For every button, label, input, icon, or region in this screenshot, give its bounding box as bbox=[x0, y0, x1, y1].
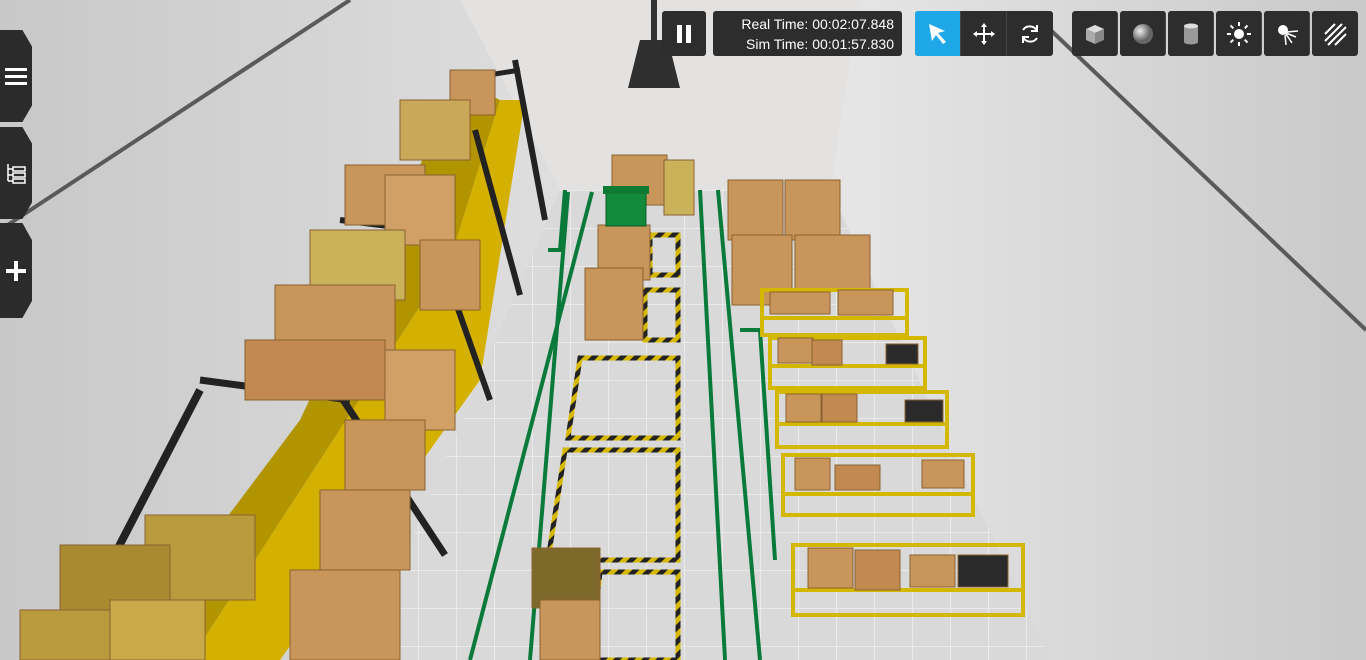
directional-light-icon bbox=[1324, 22, 1347, 46]
real-time-value: 00:02:07.848 bbox=[812, 16, 894, 32]
plus-icon bbox=[6, 260, 26, 281]
insert-point-light-button[interactable] bbox=[1216, 11, 1262, 56]
green-bin bbox=[603, 186, 649, 227]
menu-button[interactable] bbox=[0, 30, 32, 122]
insert-box-button[interactable] bbox=[1072, 11, 1118, 56]
insert-cylinder-button[interactable] bbox=[1168, 11, 1214, 56]
point-light-icon bbox=[1226, 21, 1251, 46]
cylinder-icon bbox=[1183, 23, 1198, 44]
sphere-icon bbox=[1132, 23, 1153, 44]
real-time-label: Real Time: bbox=[741, 16, 809, 32]
insert-sphere-button[interactable] bbox=[1120, 11, 1166, 56]
insert-toolbar bbox=[1072, 11, 1358, 56]
translate-icon bbox=[972, 22, 995, 45]
translate-mode-button[interactable] bbox=[961, 11, 1007, 56]
rotate-icon bbox=[1022, 24, 1038, 43]
menu-icon bbox=[5, 68, 27, 85]
select-mode-button[interactable] bbox=[915, 11, 961, 56]
spot-light-icon bbox=[1277, 24, 1298, 45]
insert-directional-light-button[interactable] bbox=[1312, 11, 1358, 56]
select-arrow-icon bbox=[928, 23, 946, 44]
manipulation-mode-group bbox=[915, 11, 1053, 56]
scene-viewport[interactable] bbox=[0, 0, 1366, 660]
time-readout: Real Time: 00:02:07.848 Sim Time: 00:01:… bbox=[713, 11, 902, 56]
sim-time-value: 00:01:57.830 bbox=[812, 36, 894, 52]
insert-button[interactable] bbox=[0, 223, 32, 318]
model-tree-button[interactable] bbox=[0, 127, 32, 219]
pause-button[interactable] bbox=[662, 11, 706, 56]
tree-icon bbox=[7, 164, 26, 184]
insert-spot-light-button[interactable] bbox=[1264, 11, 1310, 56]
rotate-mode-button[interactable] bbox=[1007, 11, 1053, 56]
box-icon bbox=[1085, 24, 1104, 44]
sim-time-label: Sim Time: bbox=[746, 36, 809, 52]
pause-icon bbox=[677, 24, 691, 43]
